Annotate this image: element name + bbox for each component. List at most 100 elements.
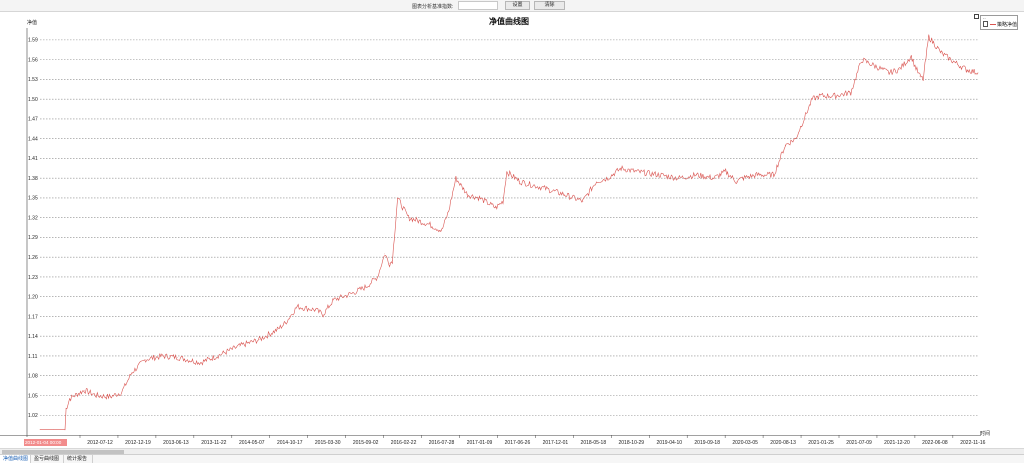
- data-point: [64, 429, 66, 431]
- data-point: [713, 177, 715, 179]
- data-point: [495, 207, 497, 209]
- x-tick-label: 2015-09-02: [353, 440, 379, 446]
- data-point: [928, 36, 930, 37]
- data-point: [620, 168, 622, 169]
- data-point: [966, 69, 967, 70]
- data-point: [941, 52, 942, 54]
- x-tick-label: 2022-11-16: [960, 440, 985, 446]
- data-point: [773, 174, 775, 176]
- data-point: [479, 197, 480, 199]
- data-point: [84, 389, 85, 391]
- x-tick-label: 2022-06-08: [922, 440, 948, 446]
- data-point: [820, 95, 821, 97]
- x-tick-label: 2021-07-09: [846, 440, 872, 446]
- y-tick-label: 1.29: [28, 235, 38, 241]
- data-point: [596, 181, 597, 182]
- data-point: [658, 174, 660, 176]
- y-tick-label: 1.14: [28, 334, 38, 340]
- data-point: [333, 299, 334, 301]
- data-point: [725, 171, 726, 172]
- x-tick-label: 2013-06-13: [163, 440, 189, 446]
- data-point: [635, 171, 637, 172]
- x-tick-label: 2017-06-26: [505, 440, 531, 446]
- x-tick-label: 2012-07-12: [87, 440, 113, 446]
- data-point: [898, 69, 900, 70]
- x-axis-label: 时间: [980, 430, 990, 437]
- y-tick-label: 1.56: [28, 57, 38, 63]
- data-point: [888, 72, 890, 74]
- data-point: [65, 408, 67, 410]
- legend-series-checkbox[interactable]: [983, 21, 988, 27]
- y-tick-label: 1.08: [28, 374, 38, 380]
- data-point: [408, 217, 409, 218]
- data-point: [239, 345, 240, 347]
- x-tick-label: 2014-05-07: [239, 440, 265, 446]
- x-tick-label: 2017-01-09: [467, 440, 493, 446]
- data-point: [977, 72, 979, 74]
- data-point: [351, 293, 353, 294]
- data-point: [365, 286, 367, 288]
- data-point: [955, 62, 956, 64]
- x-tick-label: 2019-09-18: [694, 440, 720, 446]
- data-point: [162, 355, 164, 357]
- data-point: [582, 200, 584, 202]
- set-button[interactable]: 设置: [505, 1, 530, 10]
- y-tick-label: 1.53: [28, 77, 38, 83]
- x-tick-label: 2020-03-05: [732, 440, 758, 446]
- data-point: [543, 187, 544, 189]
- data-point: [110, 396, 111, 398]
- y-tick-label: 1.23: [28, 275, 38, 281]
- data-point: [428, 224, 430, 225]
- data-point: [911, 56, 912, 57]
- data-point: [177, 357, 178, 358]
- clear-button[interactable]: 清除: [534, 1, 565, 10]
- y-tick-label: 1.38: [28, 176, 38, 182]
- y-tick-label: 1.02: [28, 413, 38, 419]
- series-line-strategy-nav: [40, 34, 979, 431]
- data-point: [919, 75, 921, 77]
- data-point: [784, 144, 786, 146]
- data-point: [296, 306, 298, 307]
- data-point: [131, 372, 133, 373]
- data-point: [812, 98, 813, 100]
- chart-title: 净值曲线图: [489, 16, 529, 26]
- equity-curve-chart: 净值曲线图 净值时间 1.02 1.05 1.08 1.11 1.14 1.17 1.20 1.2…: [0, 16, 990, 446]
- data-point: [397, 197, 398, 199]
- y-tick-label: 1.35: [28, 196, 38, 202]
- y-tick-label: 1.17: [28, 314, 38, 320]
- data-point: [922, 79, 924, 80]
- y-axis-label: 净值: [27, 19, 37, 26]
- legend-grip-icon: ..: [983, 15, 986, 21]
- y-tick-label: 1.41: [28, 156, 38, 162]
- y-tick-label: 1.50: [28, 97, 38, 103]
- data-point: [384, 253, 386, 255]
- x-tick-label: 2012-12-19: [125, 440, 151, 446]
- data-point: [53, 429, 54, 431]
- data-point: [315, 309, 316, 311]
- data-point: [455, 177, 457, 179]
- data-point: [607, 177, 608, 179]
- data-point: [735, 181, 737, 182]
- data-point: [506, 171, 508, 172]
- y-tick-label: 1.59: [28, 38, 38, 44]
- x-tick-label: 2014-10-17: [277, 440, 303, 446]
- x-tick-label: 2019-04-10: [656, 440, 682, 446]
- data-point: [259, 339, 260, 340]
- data-point: [756, 174, 757, 176]
- chart-options-checkbox[interactable]: [974, 14, 979, 19]
- data-point: [200, 362, 201, 363]
- data-point: [377, 276, 378, 278]
- x-tick-label: 2016-07-28: [429, 440, 455, 446]
- data-point: [322, 314, 324, 315]
- data-point: [914, 65, 916, 67]
- tab-pnl-curve[interactable]: 盈亏曲线图: [31, 455, 64, 463]
- tab-equity-curve[interactable]: 净值曲线图: [0, 455, 31, 463]
- data-point: [145, 359, 146, 360]
- x-tick-label: 2016-02-22: [391, 440, 417, 446]
- benchmark-input[interactable]: [458, 1, 498, 10]
- data-point: [467, 194, 468, 195]
- data-point: [834, 95, 835, 97]
- x-tick-label: 2013-11-22: [201, 440, 226, 446]
- y-tick-label: 1.20: [28, 295, 38, 301]
- tab-stats-report[interactable]: 统计报告: [64, 455, 93, 463]
